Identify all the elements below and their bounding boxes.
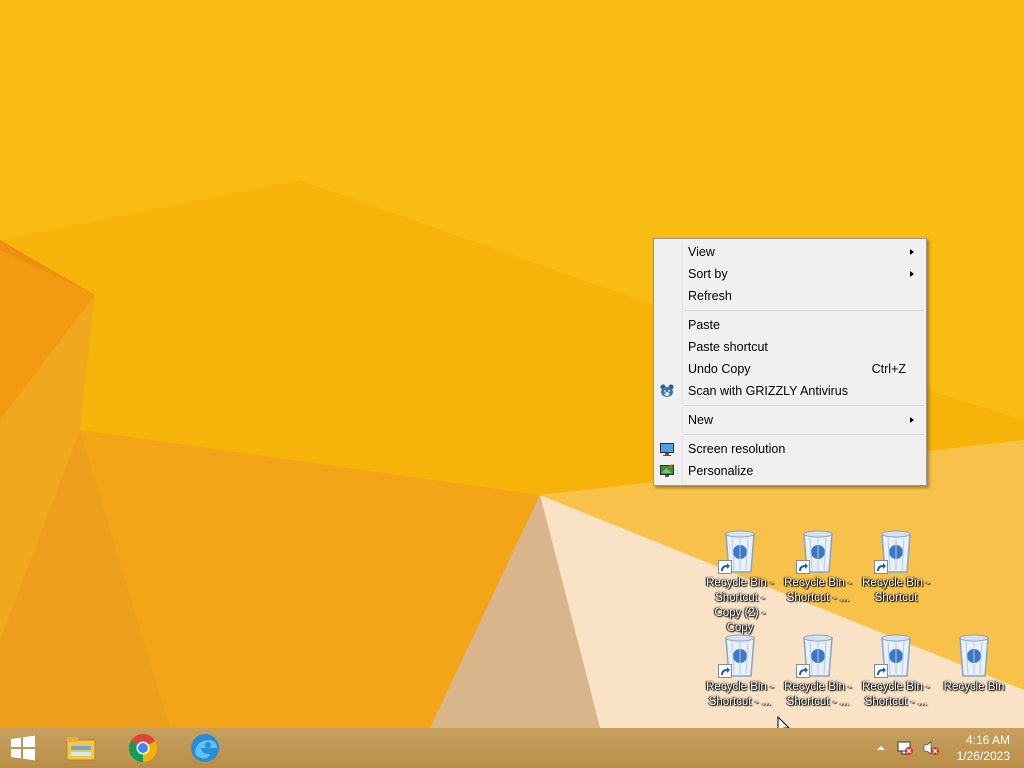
volume-muted-icon[interactable] xyxy=(922,740,940,756)
menu-item-view[interactable]: View xyxy=(656,241,924,263)
menu-separator xyxy=(684,310,924,311)
grizzly-antivirus-icon xyxy=(660,384,674,397)
submenu-arrow-icon xyxy=(910,417,914,423)
menu-separator xyxy=(684,405,924,406)
desktop-icon[interactable]: Recycle Bin - Shortcut - ... xyxy=(780,632,856,710)
taskbar: 4:16 AM 1/26/2023 xyxy=(0,728,1024,768)
menu-item-personalize[interactable]: Personalize xyxy=(656,460,924,482)
desktop-icon[interactable]: Recycle Bin - Shortcut - ... xyxy=(858,632,934,710)
menu-item-label: Screen resolution xyxy=(688,442,786,456)
submenu-arrow-icon xyxy=(910,249,914,255)
desktop-icon-label: Recycle Bin - Shortcut xyxy=(862,577,930,604)
desktop-icon[interactable]: Recycle Bin - Shortcut - Copy (2) - Copy xyxy=(702,528,778,636)
menu-item-label: Scan with GRIZZLY Antivirus xyxy=(688,384,849,398)
desktop-icon[interactable]: Recycle Bin xyxy=(936,632,1012,695)
network-disconnected-icon[interactable] xyxy=(896,740,914,756)
personalize-icon xyxy=(660,464,674,477)
shortcut-arrow-icon xyxy=(718,664,732,678)
desktop-icon[interactable]: Recycle Bin - Shortcut - ... xyxy=(780,528,856,606)
menu-item-paste-shortcut[interactable]: Paste shortcut xyxy=(656,336,924,358)
menu-item-label: Undo Copy xyxy=(688,362,751,376)
taskbar-clock[interactable]: 4:16 AM 1/26/2023 xyxy=(940,732,1010,764)
menu-item-sort-by[interactable]: Sort by xyxy=(656,263,924,285)
menu-item-screen-resolution[interactable]: Screen resolution xyxy=(656,438,924,460)
shortcut-arrow-icon xyxy=(874,664,888,678)
taskbar-edge[interactable] xyxy=(176,728,232,768)
desktop-icon-label: Recycle Bin - Shortcut - ... xyxy=(784,681,852,708)
menu-item-refresh[interactable]: Refresh xyxy=(656,285,924,307)
menu-item-label: Personalize xyxy=(688,464,754,478)
windows-logo-icon xyxy=(11,735,35,761)
chrome-icon xyxy=(129,734,157,762)
desktop-context-menu: View Sort by Refresh Paste Paste shortcu… xyxy=(653,238,927,486)
taskbar-file-explorer[interactable] xyxy=(52,728,108,768)
menu-item-label: New xyxy=(688,413,714,427)
clock-time: 4:16 AM xyxy=(965,733,1010,747)
desktop-icon-label: Recycle Bin xyxy=(943,681,1005,693)
shortcut-arrow-icon xyxy=(874,560,888,574)
menu-item-paste[interactable]: Paste xyxy=(656,314,924,336)
shortcut-arrow-icon xyxy=(796,560,810,574)
menu-item-label: Sort by xyxy=(688,267,728,281)
menu-item-label: Paste xyxy=(688,318,720,332)
screen-resolution-icon xyxy=(660,443,674,456)
recycle-bin-icon xyxy=(959,634,989,677)
mouse-cursor-icon xyxy=(777,716,790,728)
menu-separator xyxy=(684,434,924,435)
menu-item-label: Refresh xyxy=(688,289,732,303)
submenu-arrow-icon xyxy=(910,271,914,277)
taskbar-chrome[interactable] xyxy=(114,728,170,768)
desktop-icon[interactable]: Recycle Bin - Shortcut xyxy=(858,528,934,606)
desktop-icon-label: Recycle Bin - Shortcut - ... xyxy=(862,681,930,708)
edge-icon xyxy=(191,734,219,762)
menu-item-label: View xyxy=(688,245,715,259)
show-hidden-icons-icon[interactable] xyxy=(876,744,886,752)
menu-item-undo-copy[interactable]: Undo Copy Ctrl+Z xyxy=(656,358,924,380)
desktop-icon[interactable]: Recycle Bin - Shortcut - ... xyxy=(702,632,778,710)
shortcut-arrow-icon xyxy=(796,664,810,678)
menu-item-scan-grizzly[interactable]: Scan with GRIZZLY Antivirus xyxy=(656,380,924,402)
menu-item-label: Paste shortcut xyxy=(688,340,768,354)
shortcut-arrow-icon xyxy=(718,560,732,574)
desktop[interactable]: Recycle Bin - Shortcut - Copy (2) - Copy… xyxy=(0,0,1024,728)
desktop-icon-label: Recycle Bin - Shortcut - Copy (2) - Copy xyxy=(706,577,774,634)
menu-item-new[interactable]: New xyxy=(656,409,924,431)
desktop-icon-label: Recycle Bin - Shortcut - ... xyxy=(706,681,774,708)
start-button[interactable] xyxy=(0,728,56,768)
menu-item-shortcut: Ctrl+Z xyxy=(871,362,906,376)
file-explorer-icon xyxy=(66,737,96,761)
desktop-icon-label: Recycle Bin - Shortcut - ... xyxy=(784,577,852,604)
clock-date: 1/26/2023 xyxy=(956,749,1010,763)
